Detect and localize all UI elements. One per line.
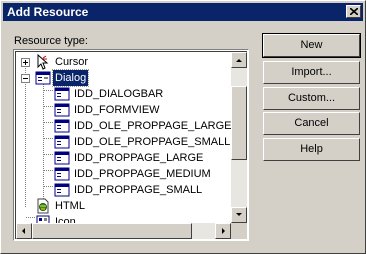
scrollbar-corner [231, 223, 247, 239]
tree-item-dialog[interactable]: Dialog [16, 69, 236, 87]
arrow-down-icon [236, 213, 242, 216]
custom-button[interactable]: Custom... [263, 87, 360, 110]
tree-item-idd-proppage-small[interactable]: IDD_PROPPAGE_SMALL [16, 182, 236, 198]
tree-item-label: IDD_PROPPAGE_LARGE [74, 152, 204, 164]
tree-item-idd-ole-proppage-small[interactable]: IDD_OLE_PROPPAGE_SMALL [16, 134, 236, 150]
dialog-template-icon [54, 183, 70, 197]
close-icon [350, 8, 358, 15]
add-resource-dialog: Add Resource Resource type: Cursor Dialo… [0, 0, 366, 254]
tree-item-label: IDD_DIALOGBAR [74, 88, 164, 100]
dialog-template-icon [54, 167, 70, 181]
dialog-icon [35, 71, 51, 85]
window-title: Add Resource [7, 5, 89, 19]
close-button[interactable] [346, 5, 361, 18]
tree-item-idd-ole-proppage-large[interactable]: IDD_OLE_PROPPAGE_LARGE [16, 118, 236, 134]
horizontal-scroll-thumb[interactable] [32, 223, 192, 239]
tree-item-label: IDD_OLE_PROPPAGE_LARGE [74, 120, 232, 132]
scroll-up-button[interactable] [231, 52, 247, 68]
tree-item-idd-dialogbar[interactable]: IDD_DIALOGBAR [16, 86, 236, 102]
import-button[interactable]: Import... [263, 61, 360, 84]
scroll-right-button[interactable] [215, 223, 231, 239]
tree-item-html[interactable]: HTML [16, 198, 236, 214]
arrow-right-icon [222, 228, 225, 234]
scroll-down-button[interactable] [231, 207, 247, 223]
dialog-template-icon [54, 151, 70, 165]
tree-item-label: IDD_OLE_PROPPAGE_SMALL [74, 136, 231, 148]
help-button[interactable]: Help [263, 138, 360, 161]
scroll-left-button[interactable] [16, 223, 32, 239]
new-button[interactable]: New [262, 33, 361, 58]
cursor-icon [37, 54, 49, 70]
dialog-template-icon [54, 103, 70, 117]
title-bar[interactable]: Add Resource [3, 3, 363, 21]
collapse-minus-icon[interactable] [21, 74, 30, 83]
expand-plus-icon[interactable] [21, 58, 30, 67]
tree-item-cursor[interactable]: Cursor [16, 54, 236, 70]
tree-item-label: Cursor [55, 56, 89, 68]
arrow-left-icon [22, 228, 25, 234]
tree-item-label: IDD_PROPPAGE_MEDIUM [74, 168, 211, 180]
resource-type-label: Resource type: [14, 35, 88, 47]
tree-item-idd-formview[interactable]: IDD_FORMVIEW [16, 102, 236, 118]
tree-item-idd-proppage-large[interactable]: IDD_PROPPAGE_LARGE [16, 150, 236, 166]
tree-item-label: IDD_PROPPAGE_SMALL [74, 184, 203, 196]
tree-item-label: Dialog [51, 69, 90, 87]
tree-item-label: IDD_FORMVIEW [74, 104, 160, 116]
tree-item-label: HTML [55, 200, 85, 212]
arrow-up-icon [236, 59, 242, 62]
tree-item-idd-proppage-medium[interactable]: IDD_PROPPAGE_MEDIUM [16, 166, 236, 182]
dialog-template-icon [54, 135, 70, 149]
vertical-scrollbar[interactable] [231, 52, 247, 223]
html-icon [37, 198, 49, 214]
cancel-button[interactable]: Cancel [263, 112, 360, 135]
resource-type-tree[interactable]: Cursor Dialog IDD_DIALOGBAR IDD_FORMVIEW… [13, 49, 249, 241]
dialog-template-icon [54, 119, 70, 133]
vertical-scroll-thumb[interactable] [231, 86, 247, 160]
horizontal-scrollbar[interactable] [16, 223, 231, 239]
dialog-template-icon [54, 87, 70, 101]
